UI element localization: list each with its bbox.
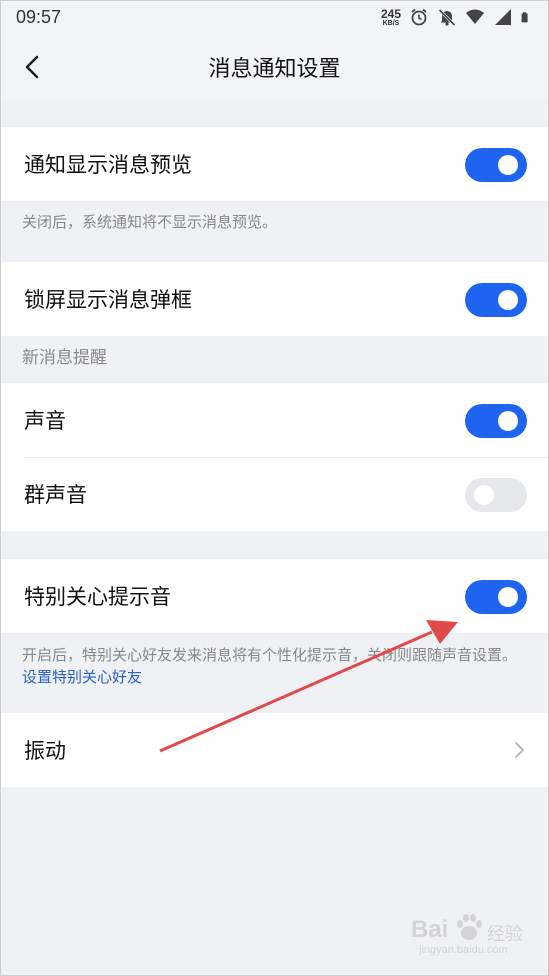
wifi-icon <box>466 9 484 24</box>
navigation-bar: 消息通知设置 <box>0 34 549 100</box>
back-arrow-icon[interactable] <box>18 52 48 82</box>
sound-label: 声音 <box>24 409 66 433</box>
group-sound-label: 群声音 <box>24 483 87 507</box>
preview-toggle[interactable] <box>465 148 527 182</box>
network-speed-unit: KB/S <box>382 19 400 27</box>
special-care-group: 特别关心提示音 <box>0 559 549 633</box>
group-sound-row[interactable]: 群声音 <box>0 457 549 531</box>
sound-toggle[interactable] <box>465 404 527 438</box>
section-header-new-message: 新消息提醒 <box>22 348 107 368</box>
preview-label: 通知显示消息预览 <box>24 153 192 177</box>
preview-note: 关闭后，系统通知将不显示消息预览。 <box>22 213 278 231</box>
lockscreen-label: 锁屏显示消息弹框 <box>24 288 192 312</box>
status-bar: 09:57 245 KB/S <box>0 0 549 34</box>
toggle-knob <box>474 485 494 505</box>
lockscreen-row[interactable]: 锁屏显示消息弹框 <box>0 262 549 336</box>
sound-row[interactable]: 声音 <box>0 383 549 457</box>
watermark-url: jingyan.baidu.com <box>419 944 508 956</box>
vibration-label: 振动 <box>24 739 66 763</box>
special-care-toggle[interactable] <box>465 580 527 614</box>
battery-icon <box>521 12 528 23</box>
baidu-jingyan-watermark: Bai 经验 jingyan.baidu.com <box>411 898 531 960</box>
toggle-knob <box>498 411 518 431</box>
network-speed: 245 KB/S <box>381 8 401 27</box>
preview-row[interactable]: 通知显示消息预览 <box>0 127 549 201</box>
special-care-row[interactable]: 特别关心提示音 <box>0 559 549 633</box>
network-speed-value: 245 <box>380 6 401 21</box>
bell-off-icon <box>438 8 456 27</box>
special-care-note-text: 开启后，特别关心好友发来消息将有个性化提示音，关闭则跟随声音设置。 <box>22 646 518 664</box>
vibration-group: 振动 <box>0 713 549 787</box>
sound-group: 声音 群声音 <box>0 383 549 531</box>
lockscreen-group: 锁屏显示消息弹框 <box>0 262 549 336</box>
special-care-friends-link[interactable]: 设置特别关心好友 <box>22 668 142 686</box>
toggle-knob <box>498 290 518 310</box>
status-icons: 245 KB/S <box>381 7 533 27</box>
alarm-icon <box>411 8 427 26</box>
watermark-brand: Bai <box>411 916 449 943</box>
preview-group: 通知显示消息预览 <box>0 127 549 201</box>
special-care-note: 开启后，特别关心好友发来消息将有个性化提示音，关闭则跟随声音设置。设置特别关心好… <box>0 644 549 688</box>
chevron-right-icon <box>515 742 524 758</box>
status-time: 09:57 <box>16 6 62 27</box>
vibration-row[interactable]: 振动 <box>0 713 549 787</box>
lockscreen-toggle[interactable] <box>465 283 527 317</box>
watermark-sub: 经验 <box>487 924 523 945</box>
special-care-label: 特别关心提示音 <box>24 585 171 609</box>
group-sound-toggle[interactable] <box>465 478 527 512</box>
toggle-knob <box>498 155 518 175</box>
paw-logo-icon <box>457 914 482 940</box>
page-title: 消息通知设置 <box>208 57 341 82</box>
cellular-signal-icon <box>495 9 511 25</box>
toggle-knob <box>498 587 518 607</box>
